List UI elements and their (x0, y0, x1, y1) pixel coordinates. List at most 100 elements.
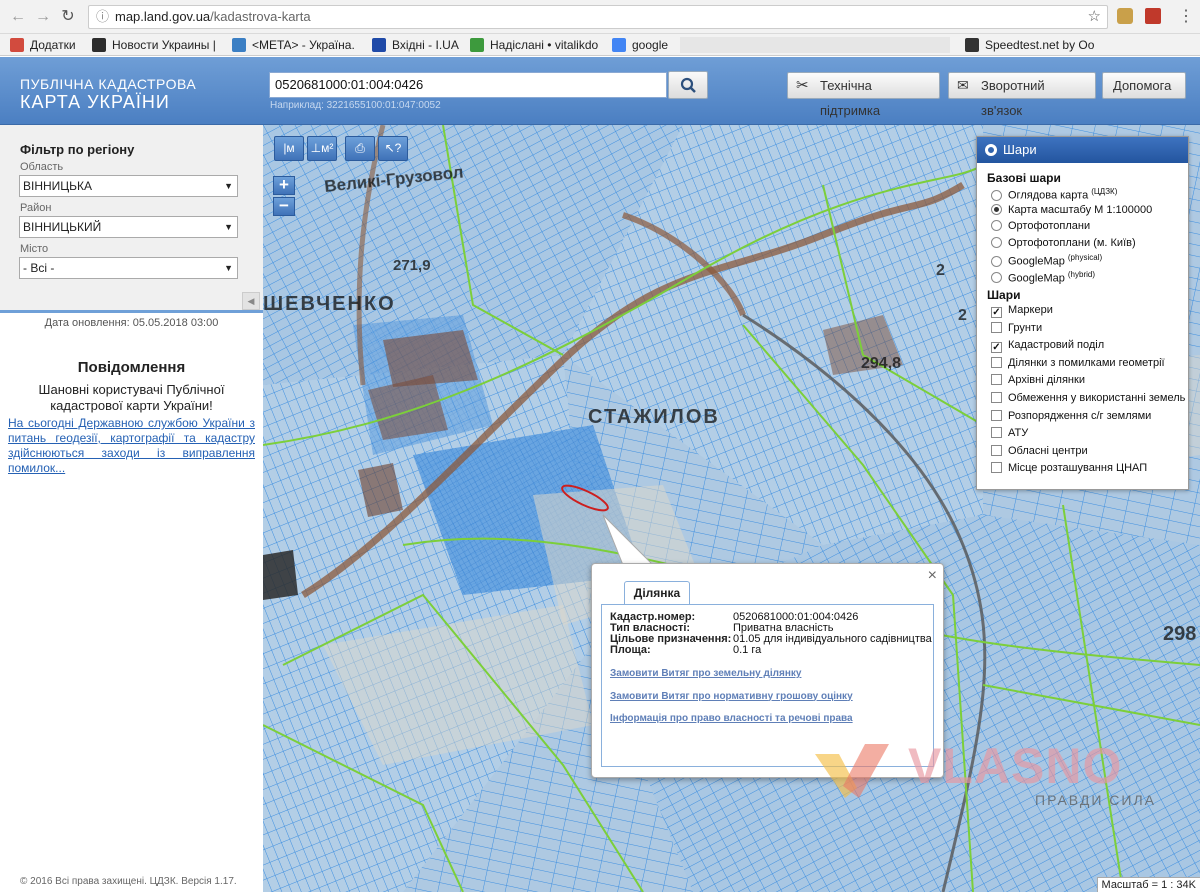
radio-icon[interactable] (991, 272, 1002, 284)
support-button-label: Технічна підтримка (820, 78, 881, 118)
base-layer-option[interactable]: Ортофотоплани (991, 220, 1090, 232)
url-host: map.land.gov.ua (115, 9, 211, 24)
city-value: - Всі - (23, 261, 55, 275)
watermark-word: VLASNO (908, 738, 1123, 794)
overlay-layer-label: Місце розташування ЦНАП (1008, 462, 1148, 475)
overlay-layer-option[interactable]: Ділянки з помилками геометрії (991, 356, 1165, 369)
checkbox-checked-icon[interactable]: ✓ (991, 307, 1002, 318)
pdf-extension-icon[interactable] (1145, 8, 1161, 24)
radio-icon[interactable] (991, 220, 1002, 231)
layers-panel-title: Шари (1003, 142, 1037, 157)
base-layer-option[interactable]: Оглядова карта (ЦДЗК) (991, 187, 1117, 202)
base-layer-label: Карта масштабу М 1:100000 (1008, 203, 1153, 216)
radio-icon[interactable] (991, 189, 1002, 201)
zoom-in-button[interactable]: + (273, 176, 295, 195)
back-arrow-icon[interactable]: ← (8, 7, 28, 27)
checkbox-icon[interactable] (991, 321, 1002, 333)
checkbox-icon[interactable] (991, 409, 1002, 421)
measure-area-label: ⊥м² (310, 141, 334, 155)
checkbox-icon[interactable] (991, 427, 1002, 439)
bookmark-5[interactable]: google (612, 37, 668, 53)
checkbox-icon[interactable] (991, 444, 1002, 456)
raion-select[interactable]: ВІННИЦЬКИЙ ▼ (19, 216, 238, 238)
parcel-link[interactable]: Замовити Витяг про нормативну грошову оц… (610, 691, 853, 702)
feedback-button[interactable]: ✉ Зворотний зв'язок (948, 72, 1096, 118)
brand-line-2[interactable]: КАРТА УКРАЇНИ (20, 92, 170, 113)
browser-toolbar: ← → ↻ ⓘ map.land.gov.ua/kadastrova-karta… (0, 0, 1200, 34)
print-tool[interactable]: ⎙ (345, 136, 375, 161)
bookmark-label: Speedtest.net by Oo (985, 38, 1095, 52)
base-layer-option[interactable]: Ортофотоплани (м. Київ) (991, 236, 1136, 249)
measure-distance-tool[interactable]: |м (274, 136, 304, 161)
base-layer-option[interactable]: GoogleMap (physical) (991, 253, 1102, 268)
parcel-link[interactable]: Інформація про право власності та речові… (610, 713, 853, 724)
forward-arrow-icon[interactable]: → (33, 7, 53, 27)
speedtest-icon (965, 38, 979, 52)
overlay-layer-option[interactable]: Грунти (991, 321, 1042, 334)
overlay-layer-option[interactable]: АТУ (991, 427, 1028, 439)
radio-icon[interactable] (991, 203, 1002, 215)
extension-icon[interactable] (1117, 8, 1133, 24)
oblast-select[interactable]: ВІННИЦЬКА ▼ (19, 175, 238, 197)
checkbox-icon[interactable] (991, 392, 1002, 403)
support-button[interactable]: ✂ Технічна підтримка (787, 72, 940, 118)
bookmark-label: Додатки (30, 38, 76, 52)
overlay-layers-title: Шари (987, 288, 1021, 302)
google-icon (612, 38, 626, 52)
bookmark-6[interactable]: Speedtest.net by Oo (965, 37, 1094, 53)
radio-icon[interactable] (991, 236, 1002, 248)
address-bar[interactable]: ⓘ map.land.gov.ua/kadastrova-karta ☆ (88, 5, 1108, 29)
menu-dots-icon[interactable]: ⋮ (1178, 6, 1194, 26)
message-link[interactable]: На сьогодні Державною службою України з … (8, 416, 255, 476)
parcel-info-key: Площа: (610, 644, 651, 656)
collapse-sidebar-button[interactable]: ◀ (242, 292, 260, 310)
search-icon (680, 77, 696, 93)
base-layer-option[interactable]: Карта масштабу М 1:100000 (991, 203, 1153, 216)
bookmark-1[interactable]: Новости Украины | (92, 37, 216, 53)
identify-tool[interactable]: ↖? (378, 136, 408, 161)
parcel-link[interactable]: Замовити Витяг про земельну ділянку (610, 668, 801, 679)
parcel-info-value: 01.05 для індивідуального садівництва (733, 633, 932, 645)
zoom-out-button[interactable]: − (273, 197, 295, 216)
overlay-layer-option[interactable]: Місце розташування ЦНАП (991, 462, 1147, 474)
help-button[interactable]: Допомога (1102, 72, 1186, 99)
watermark-tagline: ПРАВДИ СИЛА (1035, 792, 1156, 808)
meta-icon (232, 38, 246, 52)
overlay-layer-option[interactable]: Обмеження у використанні земель (991, 392, 1185, 404)
overlay-layer-option[interactable]: Архівні ділянки (991, 374, 1085, 386)
checkbox-icon[interactable] (991, 374, 1002, 386)
reload-icon[interactable]: ↻ (58, 7, 78, 27)
bookmark-2[interactable]: <META> - Україна. (232, 37, 355, 53)
tab-parcel[interactable]: Ділянка (624, 581, 690, 604)
bookmark-star-icon[interactable]: ☆ (1088, 6, 1101, 28)
overlay-layer-label: Розпорядження с/г землями (1008, 409, 1152, 422)
checkbox-checked-icon[interactable]: ✓ (991, 342, 1002, 354)
measure-area-tool[interactable]: ⊥м² (307, 136, 337, 161)
bookmark-0[interactable]: Додатки (10, 37, 76, 53)
map-label-height-271: 271,9 (393, 257, 431, 274)
vlasno-logo-mark (815, 744, 889, 798)
cadastral-search-input[interactable]: 0520681000:01:004:0426 (269, 72, 667, 98)
bookmark-4[interactable]: Надіслані • vitalikdo (470, 37, 598, 53)
search-button[interactable] (668, 71, 708, 99)
overlay-layer-option[interactable]: Розпорядження с/г землями (991, 409, 1152, 422)
base-layer-option[interactable]: GoogleMap (hybrid) (991, 270, 1095, 284)
checkbox-icon[interactable] (991, 462, 1002, 474)
info-icon[interactable]: ⓘ (96, 6, 109, 28)
bookmark-3[interactable]: Вхідні - I.UA (372, 37, 459, 53)
overlay-layer-option[interactable]: ✓ Маркери (991, 304, 1053, 318)
city-select[interactable]: - Всі - ▼ (19, 257, 238, 279)
close-icon[interactable]: × (928, 567, 937, 585)
overlay-layer-label: АТУ (1008, 427, 1029, 440)
overlay-layer-option[interactable]: Обласні центри (991, 444, 1088, 457)
overlay-layer-option[interactable]: ✓ Кадастровий поділ (991, 339, 1104, 354)
dropdown-arrow-icon: ▼ (224, 263, 233, 273)
overlay-layer-label: Ділянки з помилками геометрії (1008, 356, 1165, 369)
base-layer-sup: (ЦДЗК) (1091, 187, 1118, 196)
checkbox-icon[interactable] (991, 356, 1002, 368)
layers-panel-header[interactable]: Шари (977, 137, 1188, 163)
map-label-2-b: 2 (958, 307, 967, 324)
radio-icon[interactable] (991, 255, 1002, 267)
sidebar: Фільтр по регіону Область ВІННИЦЬКА ▼ Рай… (0, 125, 263, 892)
raion-value: ВІННИЦЬКИЙ (23, 220, 102, 234)
